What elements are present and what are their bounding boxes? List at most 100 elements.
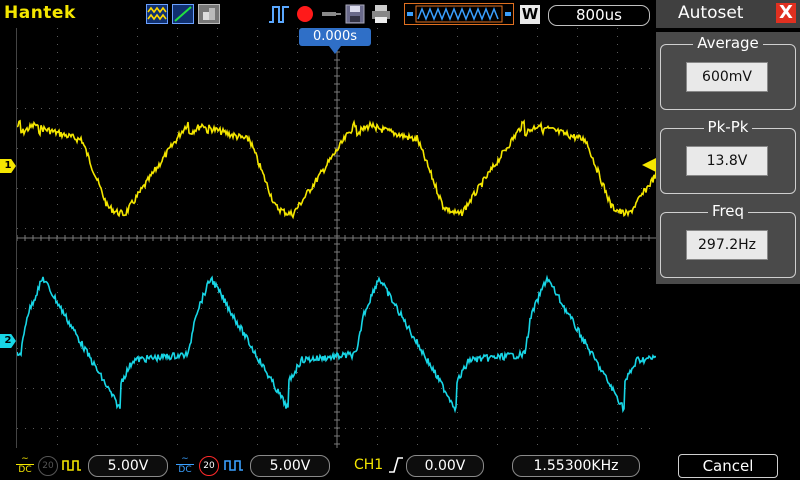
grid-dot (249, 188, 250, 189)
trigger-mode-indicator[interactable]: W (520, 5, 540, 24)
grid-dot (137, 300, 138, 301)
grid-dot (249, 148, 250, 149)
grid-dot (81, 268, 82, 269)
grid-dot (649, 148, 650, 149)
grid-dot (521, 428, 522, 429)
grid-dot (553, 308, 554, 309)
grid-dot (297, 36, 298, 37)
measurement-freq[interactable]: Freq 297.2Hz (656, 200, 800, 284)
grid-dot (569, 188, 570, 189)
ch2-level-marker[interactable]: 2 (0, 334, 16, 348)
grid-dot (497, 308, 498, 309)
trigger-level-display[interactable]: 0.00V (406, 455, 484, 477)
grid-dot (41, 108, 42, 109)
print-icon[interactable] (370, 4, 392, 24)
grid-dot (545, 348, 546, 349)
grid-dot (201, 68, 202, 69)
grid-dot (153, 188, 154, 189)
ch1-bw-limit-icon[interactable]: 20 (38, 456, 58, 476)
grid-dot (25, 148, 26, 149)
memory-waveform-icon[interactable] (404, 3, 514, 25)
grid-dot (537, 404, 538, 405)
grid-dot (617, 260, 618, 261)
grid-dot (465, 268, 466, 269)
grid-dot (225, 348, 226, 349)
trigger-icon[interactable] (268, 4, 290, 24)
grid-dot (57, 100, 58, 101)
trigger-source-label[interactable]: CH1 (354, 457, 383, 473)
waveform-display[interactable] (16, 27, 658, 448)
grid-dot (73, 268, 74, 269)
grid-dot (393, 428, 394, 429)
persistence-icon[interactable] (198, 4, 220, 24)
grid-dot (177, 268, 178, 269)
ch1-coupling-icon[interactable]: ∼ DC (16, 454, 34, 476)
close-button[interactable]: X (776, 3, 796, 23)
grid-dot (257, 196, 258, 197)
grid-dot (169, 348, 170, 349)
grid-dot (169, 68, 170, 69)
grid-dot (177, 244, 178, 245)
grid-dot (489, 108, 490, 109)
grid-dot (297, 124, 298, 125)
acquire-mode-icon[interactable] (146, 4, 168, 24)
ch2-volts-div[interactable]: 5.00V (250, 455, 330, 477)
grid-dot (537, 292, 538, 293)
grid-dot (609, 148, 610, 149)
grid-dot (249, 68, 250, 69)
grid-dot (481, 228, 482, 229)
grid-dot (257, 292, 258, 293)
grid-dot (417, 396, 418, 397)
probe-icon[interactable] (320, 4, 342, 24)
grid-dot (633, 228, 634, 229)
grid-dot (497, 44, 498, 45)
grid-dot (457, 260, 458, 261)
grid-dot (545, 188, 546, 189)
grid-dot (49, 268, 50, 269)
grid-dot (385, 348, 386, 349)
trigger-slope-rising-icon[interactable] (388, 456, 404, 474)
ch2-coupling-icon[interactable]: ∼ DC (176, 454, 194, 476)
grid-dot (177, 260, 178, 261)
grid-dot (209, 428, 210, 429)
grid-dot (505, 108, 506, 109)
save-icon[interactable] (344, 4, 366, 24)
grid-dot (441, 228, 442, 229)
ch1-volts-div[interactable]: 5.00V (88, 455, 168, 477)
trigger-level-marker[interactable] (642, 158, 656, 172)
grid-dot (265, 428, 266, 429)
grid-dot (609, 308, 610, 309)
ch1-level-marker[interactable]: 1 (0, 159, 16, 173)
grid-dot (537, 380, 538, 381)
timebase-display[interactable]: 800us (548, 5, 650, 26)
line-mode-icon[interactable] (172, 4, 194, 24)
ch2-bw-limit-icon[interactable]: 20 (199, 456, 219, 476)
grid-dot (137, 52, 138, 53)
ch1-invert-icon[interactable] (62, 458, 82, 472)
grid-dot (577, 228, 578, 229)
grid-dot (649, 308, 650, 309)
grid-dot (417, 372, 418, 373)
grid-dot (633, 268, 634, 269)
trigger-position-label[interactable]: 0.000s (299, 28, 371, 46)
grid-dot (353, 188, 354, 189)
grid-dot (521, 148, 522, 149)
grid-dot (177, 28, 178, 29)
grid-dot (417, 332, 418, 333)
measurement-average[interactable]: Average 600mV (656, 32, 800, 116)
grid-dot (137, 132, 138, 133)
measurement-pk-pk[interactable]: Pk-Pk 13.8V (656, 116, 800, 200)
grid-dot (57, 196, 58, 197)
grid-dot (441, 308, 442, 309)
grid-dot (137, 244, 138, 245)
grid-dot (497, 252, 498, 253)
grid-dot (137, 284, 138, 285)
grid-dot (537, 308, 538, 309)
grid-dot (353, 68, 354, 69)
grid-dot (137, 148, 138, 149)
ch2-invert-icon[interactable] (224, 458, 244, 472)
record-icon[interactable] (294, 4, 316, 24)
grid-dot (505, 388, 506, 389)
grid-dot (185, 348, 186, 349)
cancel-button[interactable]: Cancel (678, 454, 778, 478)
